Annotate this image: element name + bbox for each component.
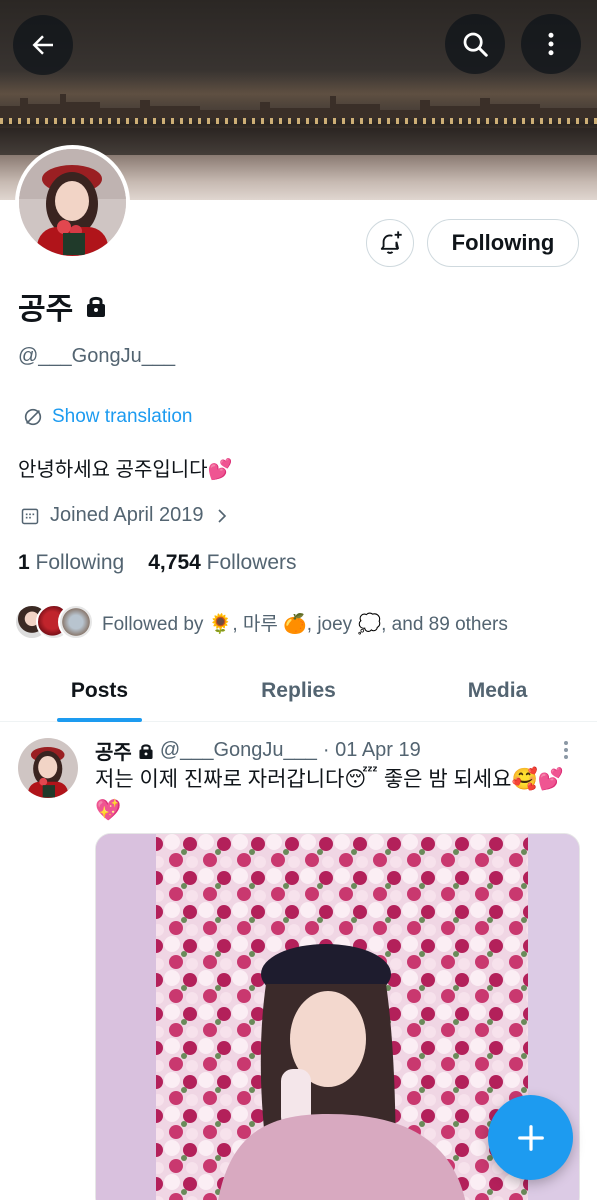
- following-count-link[interactable]: 1 Following: [18, 551, 124, 575]
- notify-button[interactable]: [366, 219, 414, 267]
- following-count: 1: [18, 551, 30, 574]
- tab-replies[interactable]: Replies: [199, 660, 398, 721]
- following-button[interactable]: Following: [427, 219, 579, 267]
- profile-tabs: Posts Replies Media: [0, 660, 597, 722]
- avatar-image: [19, 149, 126, 256]
- more-vertical-icon: [564, 741, 568, 759]
- post-date[interactable]: · 01 Apr 19: [323, 739, 421, 762]
- following-label: Following: [35, 551, 125, 574]
- arrow-left-icon: [32, 35, 53, 55]
- plus-icon: [517, 1124, 544, 1151]
- search-button[interactable]: [445, 14, 505, 74]
- back-button[interactable]: [13, 15, 73, 75]
- chevron-right-icon: [218, 508, 227, 523]
- banner-skyline: [0, 94, 597, 118]
- calendar-icon: [21, 508, 39, 524]
- translate-icon: [24, 408, 42, 426]
- lock-icon: [87, 296, 106, 317]
- search-icon: [463, 32, 488, 57]
- post-more-button[interactable]: [556, 738, 576, 762]
- followed-by-text: Followed by 🌻, 마루 🍊, joey 💭, and 89 othe…: [102, 613, 508, 635]
- post-author-name[interactable]: 공주: [95, 736, 132, 765]
- tab-media[interactable]: Media: [398, 660, 597, 721]
- post-text: 저는 이제 진짜로 자러갑니다😴 좋은 밤 되세요🥰💕💖: [95, 768, 564, 822]
- post-header: 공주 @___GongJu___ · 01 Apr 19: [95, 736, 421, 765]
- followers-label: Followers: [206, 551, 297, 574]
- post-avatar[interactable]: [18, 738, 78, 798]
- followed-by-row[interactable]: Followed by 🌻, 마루 🍊, joey 💭, and 89 othe…: [14, 603, 508, 641]
- more-vertical-icon: [548, 32, 554, 56]
- profile-bio: 안녕하세요 공주입니다💕: [18, 459, 233, 481]
- joined-label: Joined April 2019: [50, 504, 204, 526]
- bell-plus-icon: [380, 231, 402, 254]
- tab-posts[interactable]: Posts: [0, 660, 199, 722]
- followers-count-link[interactable]: 4,754 Followers: [148, 551, 296, 575]
- display-name-row: 공주: [18, 284, 107, 328]
- display-name: 공주: [18, 293, 74, 326]
- profile-avatar[interactable]: [15, 145, 130, 260]
- profile-handle: @___GongJu___: [18, 345, 176, 367]
- lock-icon: [139, 743, 153, 759]
- post-avatar-image: [18, 738, 78, 798]
- more-options-button[interactable]: [521, 14, 581, 74]
- follower-avatar-3: [58, 604, 94, 640]
- banner-city-lights: [0, 118, 597, 124]
- show-translation-label: Show translation: [52, 406, 193, 427]
- compose-button[interactable]: [488, 1095, 573, 1180]
- followers-count: 4,754: [148, 551, 201, 574]
- show-translation-link[interactable]: Show translation: [22, 406, 192, 428]
- post-author-handle: @___GongJu___: [159, 739, 317, 761]
- follow-counts: 1 Following 4,754 Followers: [18, 551, 297, 575]
- joined-date[interactable]: Joined April 2019: [20, 504, 231, 527]
